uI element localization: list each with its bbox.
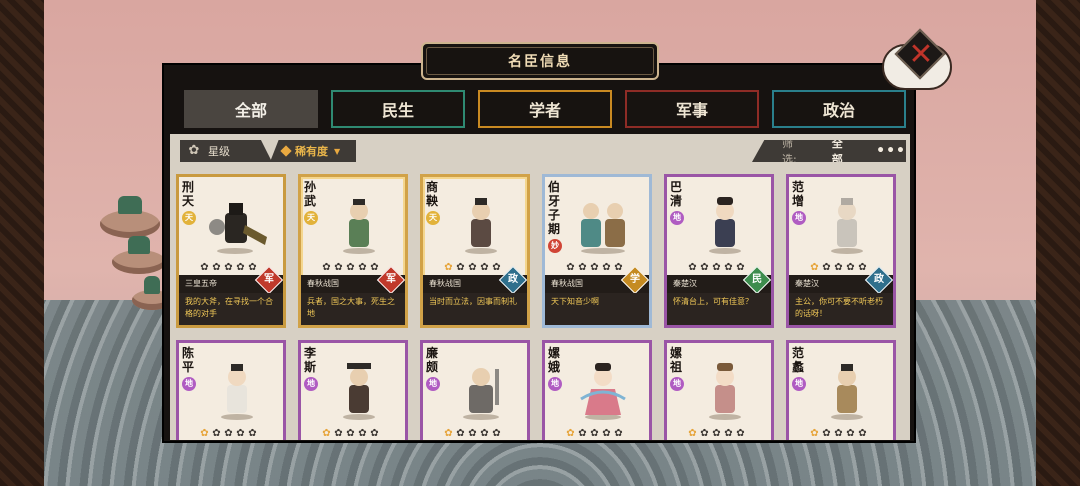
character-portrait xyxy=(343,363,375,420)
tab-military[interactable]: 军事 xyxy=(625,90,759,128)
grade-badge: 地 xyxy=(670,211,684,225)
star-rating: ✿ ✿ ✿ ✿ ✿ xyxy=(444,428,501,439)
more-options-icon[interactable]: ••• xyxy=(876,143,906,159)
star-rating: ✿ ✿ ✿ ✿ ✿ xyxy=(200,428,257,439)
minister-card-fanli[interactable]: 范蠡 地 ✿ ✿ ✿ ✿ ✿ xyxy=(786,340,896,440)
minister-card-boyaziqi[interactable]: 伯牙子期 妙 ✿ ✿ ✿ ✿ ✿ 春秋战国 学 天下知音少啊 xyxy=(542,174,652,328)
character-portrait xyxy=(709,363,741,420)
grade-badge: 天 xyxy=(426,211,440,225)
minister-card-lisi[interactable]: 李斯 地 ✿ ✿ ✿ ✿ ✿ xyxy=(298,340,408,440)
left-border-pattern xyxy=(0,0,44,486)
character-portrait xyxy=(209,203,267,254)
grade-badge: 地 xyxy=(792,377,806,391)
minister-card-lianpo[interactable]: 廉颇 地 ✿ ✿ ✿ ✿ ✿ xyxy=(420,340,530,440)
star-rating: ✿ ✿ ✿ ✿ ✿ xyxy=(200,262,257,273)
character-portrait xyxy=(831,198,863,254)
panel-title-plate: 名臣信息 xyxy=(421,42,659,80)
grade-badge: 地 xyxy=(304,377,318,391)
star-rating: ✿ ✿ ✿ ✿ ✿ xyxy=(688,428,745,439)
tab-livelihood[interactable]: 民生 xyxy=(331,90,465,128)
minister-card-change[interactable]: 嫘娥 地 ✿ ✿ ✿ ✿ ✿ xyxy=(542,340,652,440)
minister-card-sunwu[interactable]: 孙武 天 ✿ ✿ ✿ ✿ ✿ 春秋战国 军 兵者，国之大事，死生之地 xyxy=(298,174,408,328)
quote-text: 怀清台上，可有佳意？ xyxy=(667,293,771,325)
tab-politics[interactable]: 政治 xyxy=(772,90,906,128)
quote-text: 当时而立法，因事而制礼 xyxy=(423,293,527,325)
grade-badge: 天 xyxy=(304,211,318,225)
character-portrait xyxy=(463,368,499,420)
diamond-icon xyxy=(280,145,292,157)
quote-text: 主公，你可不要不听老朽的话呀！ xyxy=(789,293,893,325)
grade-badge: 地 xyxy=(792,211,806,225)
grade-badge: 妙 xyxy=(548,239,562,253)
star-rating: ✿ ✿ ✿ ✿ ✿ xyxy=(810,428,867,439)
category-tabs: 全部 民生 学者 军事 政治 xyxy=(184,90,906,128)
star-rating: ✿ ✿ ✿ ✿ ✿ xyxy=(444,262,501,273)
star-filter-button[interactable]: ✿ 星级 xyxy=(180,140,272,162)
card-grid-area: ✿ 星级 稀有度 ▼ 筛选: 全部 ••• 刑天 天 ✿ ✿ ✿ ✿ ✿ 三皇五帝 军 … xyxy=(170,134,910,440)
floating-island xyxy=(100,196,160,238)
star-rating: ✿ ✿ ✿ ✿ ✿ xyxy=(688,262,745,273)
panel-title: 名臣信息 xyxy=(508,54,572,70)
minister-card-leizu[interactable]: 嫘祖 地 ✿ ✿ ✿ ✿ ✿ xyxy=(664,340,774,440)
star-rating: ✿ ✿ ✿ ✿ ✿ xyxy=(322,428,379,439)
minister-card-xingtian[interactable]: 刑天 天 ✿ ✿ ✿ ✿ ✿ 三皇五帝 军 我的大斧，在寻找一个合格的对手 xyxy=(176,174,286,328)
character-portrait xyxy=(709,197,741,254)
screen-filter-dropdown[interactable]: 筛选: 全部 ••• xyxy=(752,140,906,162)
close-button[interactable]: ✕ xyxy=(882,28,952,90)
star-rating: ✿ ✿ ✿ ✿ ✿ xyxy=(566,428,623,439)
tab-all[interactable]: 全部 xyxy=(184,90,318,128)
star-rating: ✿ ✿ ✿ ✿ ✿ xyxy=(810,262,867,273)
minister-card-fanzeng[interactable]: 范增 地 ✿ ✿ ✿ ✿ ✿ 秦楚汉 政 主公，你可不要不听老朽的话呀！ xyxy=(786,174,896,328)
rarity-sort-button[interactable]: 稀有度 ▼ xyxy=(270,140,356,162)
grade-badge: 天 xyxy=(182,211,196,225)
filter-bar: ✿ 星级 稀有度 ▼ xyxy=(180,140,356,162)
flower-icon: ✿ xyxy=(188,143,200,158)
grade-badge: 地 xyxy=(548,377,562,391)
quote-text: 天下知音少啊 xyxy=(545,293,649,325)
character-portrait xyxy=(581,203,625,254)
character-portrait xyxy=(343,199,375,254)
close-icon: ✕ xyxy=(908,37,934,72)
minister-card-baqing[interactable]: 巴清 地 ✿ ✿ ✿ ✿ ✿ 秦楚汉 民 怀清台上，可有佳意？ xyxy=(664,174,774,328)
star-rating: ✿ ✿ ✿ ✿ ✿ xyxy=(566,262,623,273)
right-border-pattern xyxy=(1036,0,1080,486)
tab-scholar[interactable]: 学者 xyxy=(478,90,612,128)
character-portrait xyxy=(831,364,863,420)
character-portrait xyxy=(465,198,497,254)
character-portrait xyxy=(580,363,626,420)
quote-text: 兵者，国之大事，死生之地 xyxy=(301,293,405,325)
floating-island xyxy=(112,236,166,274)
grade-badge: 地 xyxy=(426,377,440,391)
minister-card-chenping[interactable]: 陈平 地 ✿ ✿ ✿ ✿ ✿ xyxy=(176,340,286,440)
grade-badge: 地 xyxy=(670,377,684,391)
character-portrait xyxy=(221,364,253,420)
star-rating: ✿ ✿ ✿ ✿ ✿ xyxy=(322,262,379,273)
grade-badge: 地 xyxy=(182,377,196,391)
minister-card-shangyang[interactable]: 商鞅 天 ✿ ✿ ✿ ✿ ✿ 春秋战国 政 当时而立法，因事而制礼 xyxy=(420,174,530,328)
quote-text: 我的大斧，在寻找一个合格的对手 xyxy=(179,293,283,325)
dropdown-arrow-icon: ▼ xyxy=(334,146,341,156)
